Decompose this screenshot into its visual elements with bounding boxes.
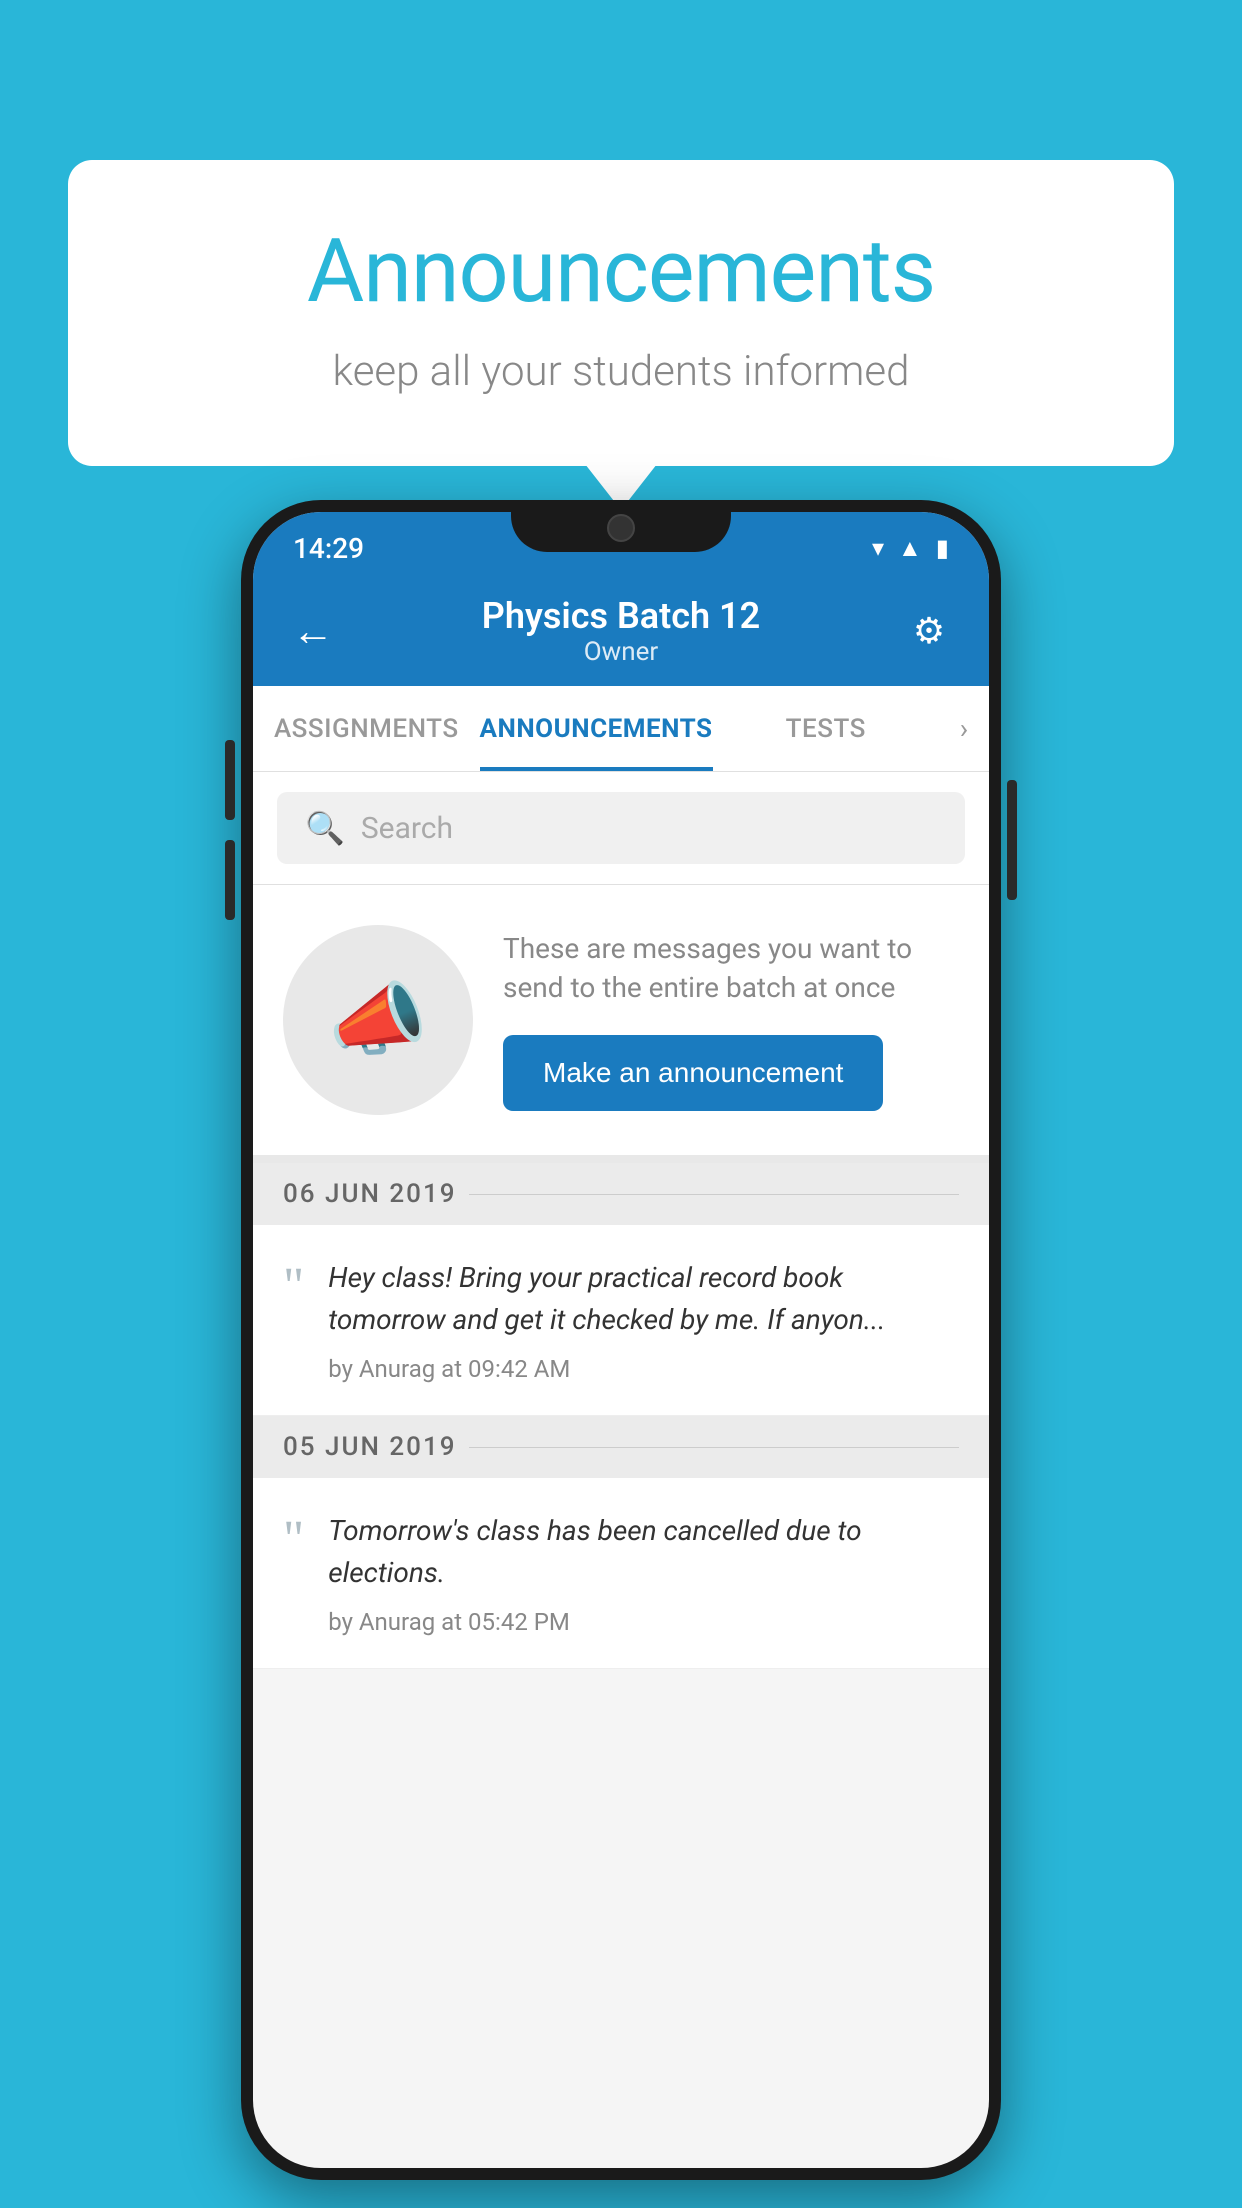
volume-up-button[interactable] — [225, 740, 235, 820]
announcement-content-1: Hey class! Bring your practical record b… — [328, 1257, 959, 1383]
tab-more[interactable]: › — [939, 686, 989, 771]
tab-assignments[interactable]: ASSIGNMENTS — [253, 686, 480, 771]
phone-outer: 14:29 ▾ ▲ ▮ ← Physics Batch 12 Owner ⚙ A… — [241, 500, 1001, 2180]
tab-announcements[interactable]: ANNOUNCEMENTS — [480, 686, 713, 771]
power-button[interactable] — [1007, 780, 1017, 900]
date-separator-2: 05 JUN 2019 — [253, 1416, 989, 1478]
date-separator-line-1 — [469, 1194, 960, 1195]
volume-down-button[interactable] — [225, 840, 235, 920]
search-icon: 🔍 — [305, 809, 345, 847]
back-button[interactable]: ← — [283, 607, 343, 656]
announcement-text-1: Hey class! Bring your practical record b… — [328, 1257, 959, 1341]
date-separator-line-2 — [469, 1447, 960, 1448]
battery-icon: ▮ — [936, 534, 949, 562]
announcement-meta-2: by Anurag at 05:42 PM — [328, 1608, 959, 1636]
announcement-meta-1: by Anurag at 09:42 AM — [328, 1355, 959, 1383]
megaphone-icon: 📣 — [328, 973, 428, 1067]
announcement-item-1[interactable]: " Hey class! Bring your practical record… — [253, 1225, 989, 1416]
date-label-1: 06 JUN 2019 — [283, 1179, 457, 1209]
phone-camera — [607, 514, 635, 542]
app-bar-title: Physics Batch 12 — [343, 595, 899, 637]
bubble-title: Announcements — [148, 220, 1094, 323]
tab-tests[interactable]: TESTS — [713, 686, 940, 771]
speech-bubble-container: Announcements keep all your students inf… — [68, 160, 1174, 466]
promo-content: These are messages you want to send to t… — [503, 929, 959, 1111]
app-bar-subtitle: Owner — [343, 637, 899, 667]
speech-bubble: Announcements keep all your students inf… — [68, 160, 1174, 466]
phone-screen: 14:29 ▾ ▲ ▮ ← Physics Batch 12 Owner ⚙ A… — [253, 512, 989, 2168]
announcement-item-2[interactable]: " Tomorrow's class has been cancelled du… — [253, 1478, 989, 1669]
announcement-text-2: Tomorrow's class has been cancelled due … — [328, 1510, 959, 1594]
app-bar-center: Physics Batch 12 Owner — [343, 595, 899, 667]
signal-icon: ▲ — [898, 534, 922, 563]
phone-notch — [511, 500, 731, 552]
quote-icon-1: " — [283, 1261, 304, 1383]
status-icons: ▾ ▲ ▮ — [872, 534, 949, 563]
quote-icon-2: " — [283, 1514, 304, 1636]
bubble-subtitle: keep all your students informed — [148, 347, 1094, 396]
app-bar: ← Physics Batch 12 Owner ⚙ — [253, 576, 989, 686]
wifi-icon: ▾ — [872, 534, 884, 562]
status-time: 14:29 — [293, 532, 364, 565]
search-placeholder: Search — [361, 811, 453, 846]
settings-button[interactable]: ⚙ — [899, 610, 959, 652]
tabs-bar: ASSIGNMENTS ANNOUNCEMENTS TESTS › — [253, 686, 989, 772]
search-bar[interactable]: 🔍 Search — [277, 792, 965, 864]
announcement-content-2: Tomorrow's class has been cancelled due … — [328, 1510, 959, 1636]
make-announcement-button[interactable]: Make an announcement — [503, 1035, 883, 1111]
date-label-2: 05 JUN 2019 — [283, 1432, 457, 1462]
phone-container: 14:29 ▾ ▲ ▮ ← Physics Batch 12 Owner ⚙ A… — [241, 500, 1001, 2180]
search-container: 🔍 Search — [253, 772, 989, 885]
promo-section: 📣 These are messages you want to send to… — [253, 885, 989, 1163]
promo-icon-circle: 📣 — [283, 925, 473, 1115]
promo-description: These are messages you want to send to t… — [503, 929, 959, 1007]
date-separator-1: 06 JUN 2019 — [253, 1163, 989, 1225]
